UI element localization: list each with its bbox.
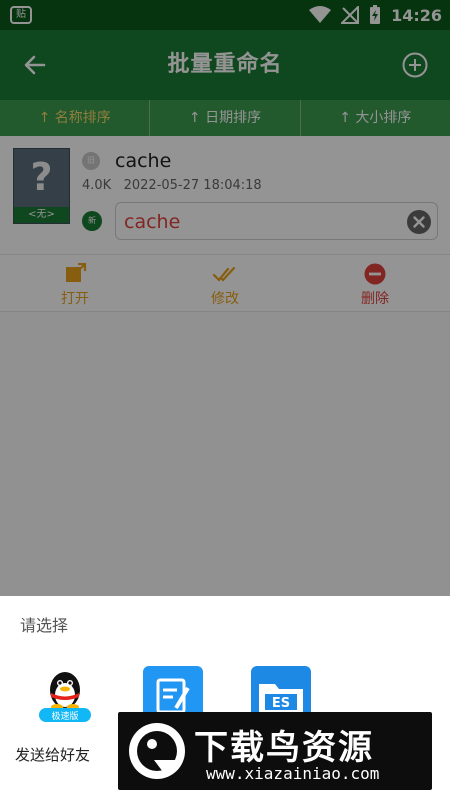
watermark-url: www.xiazainiao.com: [206, 764, 380, 783]
modal-scrim[interactable]: [0, 0, 450, 596]
qq-icon-badge: 极速版: [51, 710, 78, 722]
bird-logo-icon: [129, 723, 185, 779]
svg-text:ES: ES: [272, 696, 290, 711]
qq-icon: 极速版: [39, 672, 91, 722]
watermark-title: 下载鸟资源: [194, 728, 374, 768]
chooser-title: 请选择: [20, 616, 69, 635]
watermark-banner: 下载鸟资源 www.xiazainiao.com: [118, 712, 432, 790]
share-target-name: 发送给好友: [15, 746, 91, 764]
